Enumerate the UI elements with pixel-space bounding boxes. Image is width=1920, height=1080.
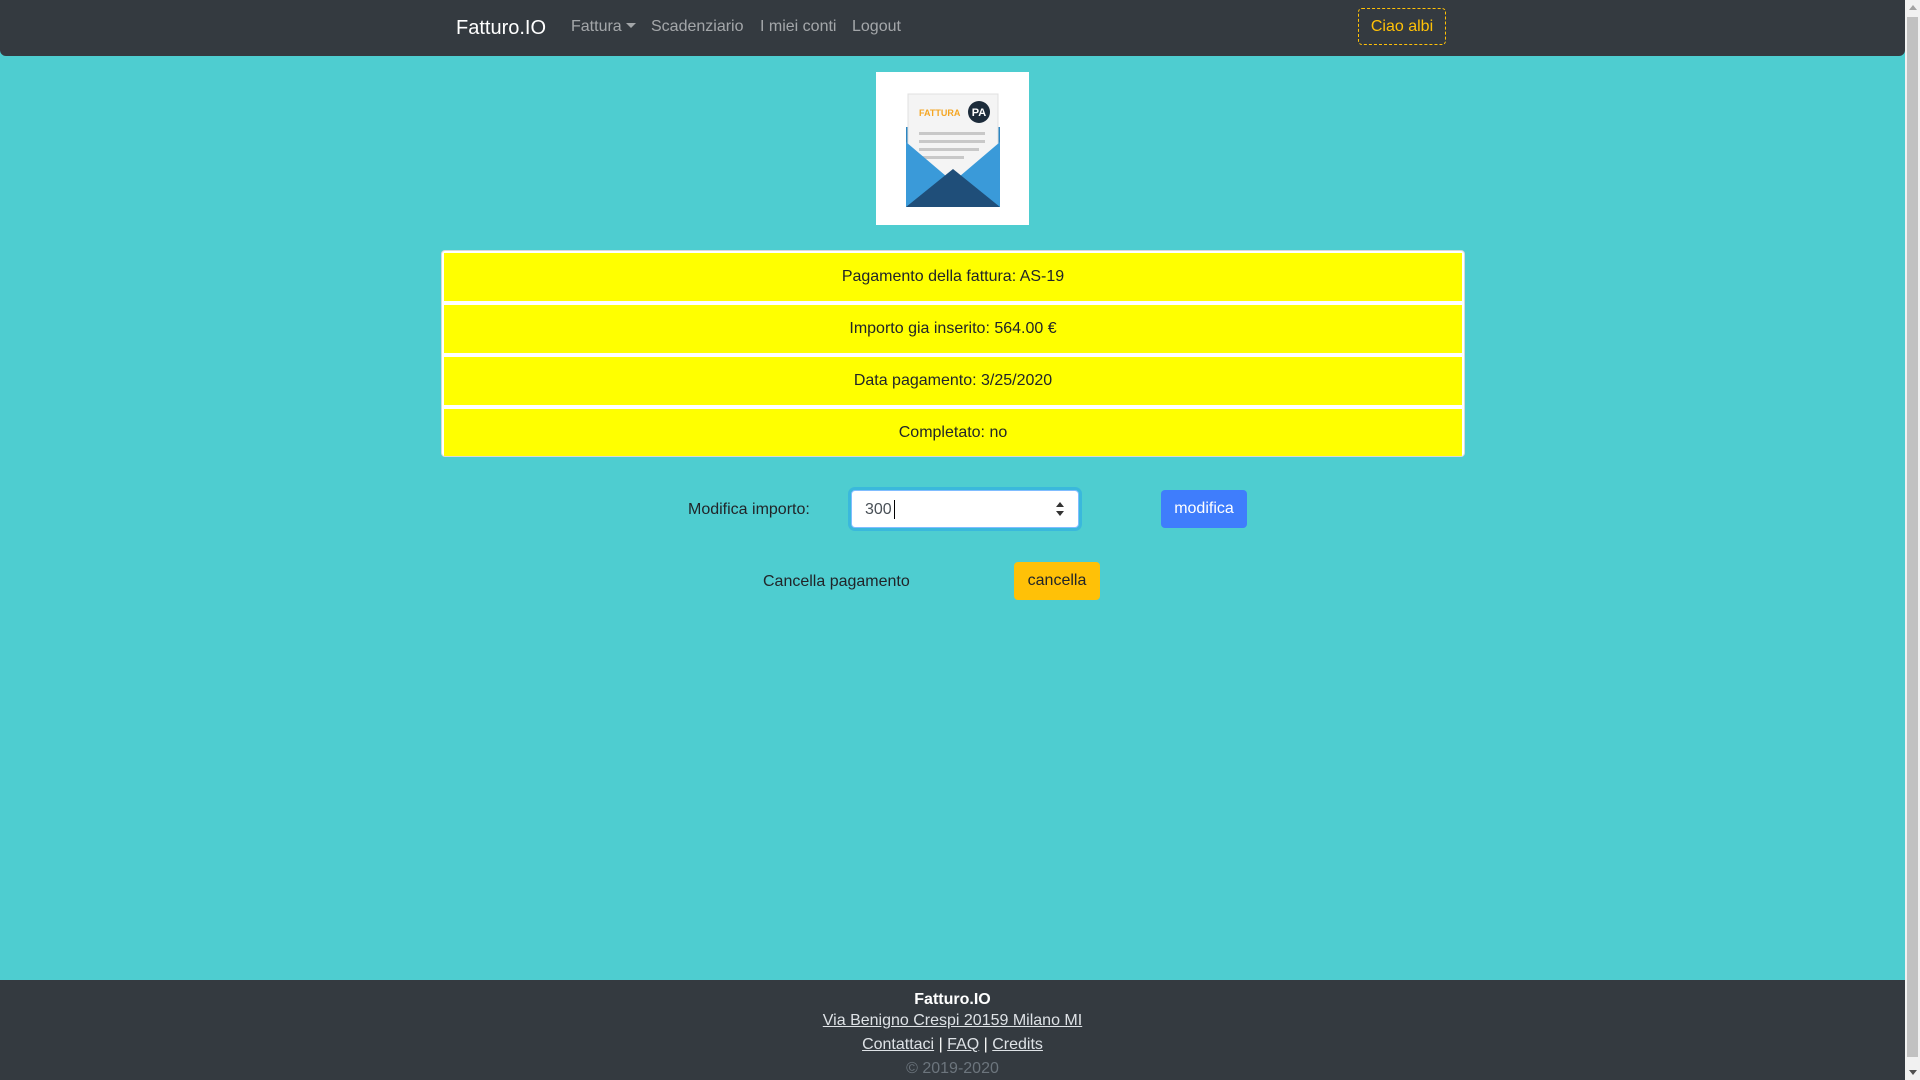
nav-item-logout[interactable]: Logout: [852, 17, 901, 37]
modify-button[interactable]: modifica: [1161, 490, 1247, 528]
footer-separator: |: [983, 1036, 988, 1053]
text-caret: [894, 500, 895, 519]
footer-address-link[interactable]: Via Benigno Crespi 20159 Milano MI: [823, 1012, 1082, 1029]
nav-item-scadenziario[interactable]: Scadenziario: [651, 17, 744, 37]
cancel-button[interactable]: cancella: [1014, 562, 1100, 600]
payment-amount-item: Importo gia inserito: 564.00 €: [444, 305, 1462, 353]
logo-pa-text: PA: [972, 107, 987, 119]
scrollbar-thumb[interactable]: [1907, 17, 1918, 1057]
scroll-up-icon[interactable]: [1909, 5, 1917, 10]
scroll-down-icon[interactable]: [1909, 1070, 1917, 1075]
logo-fattura-text: FATTURA: [919, 108, 961, 118]
amount-input-value: 300: [865, 501, 892, 518]
number-spinner-icon[interactable]: [1054, 500, 1066, 518]
footer-link-credits[interactable]: Credits: [992, 1036, 1043, 1053]
footer-link-contattaci[interactable]: Contattaci: [862, 1036, 934, 1053]
footer-link-faq[interactable]: FAQ: [947, 1036, 979, 1053]
brand-link[interactable]: Fatturo.IO: [456, 15, 546, 41]
payment-info-list: Pagamento della fattura: AS-19 Importo g…: [441, 250, 1465, 457]
payment-date-item: Data pagamento: 3/25/2020: [444, 357, 1462, 405]
nav-item-fattura[interactable]: Fattura: [571, 17, 636, 37]
envelope-document-icon: FATTURA PA: [906, 93, 1000, 207]
amount-input[interactable]: 300: [851, 490, 1079, 528]
fattura-pa-logo: FATTURA PA: [876, 72, 1029, 225]
top-navbar: Fatturo.IO Fattura Scadenziario I miei c…: [0, 0, 1905, 56]
page-scrollbar[interactable]: [1905, 0, 1920, 1080]
chevron-down-icon: [625, 23, 636, 28]
footer-title: Fatturo.IO: [914, 991, 991, 1008]
modify-amount-label: Modifica importo:: [688, 501, 810, 518]
payment-completed-item: Completato: no: [444, 409, 1462, 456]
cancel-payment-label: Cancella pagamento: [763, 573, 910, 590]
nav-item-i-miei-conti[interactable]: I miei conti: [760, 17, 836, 37]
nav-item-fattura-label: Fattura: [571, 18, 622, 35]
payment-invoice-item: Pagamento della fattura: AS-19: [444, 253, 1462, 301]
footer-separator: |: [938, 1036, 943, 1053]
user-greeting-button[interactable]: Ciao albi: [1358, 8, 1446, 45]
footer-copyright: © 2019-2020: [906, 1060, 999, 1077]
page-footer: Fatturo.IO Via Benigno Crespi 20159 Mila…: [0, 980, 1905, 1080]
